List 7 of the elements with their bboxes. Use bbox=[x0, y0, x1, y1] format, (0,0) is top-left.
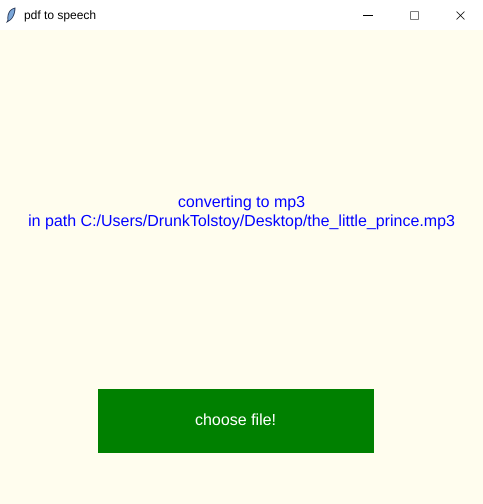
choose-file-button[interactable]: choose file! bbox=[98, 389, 374, 453]
window-title: pdf to speech bbox=[24, 7, 96, 24]
minimize-icon bbox=[363, 14, 373, 16]
feather-icon bbox=[6, 7, 16, 23]
status-text: in path C:/Users/DrunkTolstoy/Desktop/the_little_prince.mp3 bbox=[28, 212, 455, 231]
maximize-icon bbox=[408, 10, 420, 20]
status-text: converting to mp3 bbox=[178, 193, 306, 212]
